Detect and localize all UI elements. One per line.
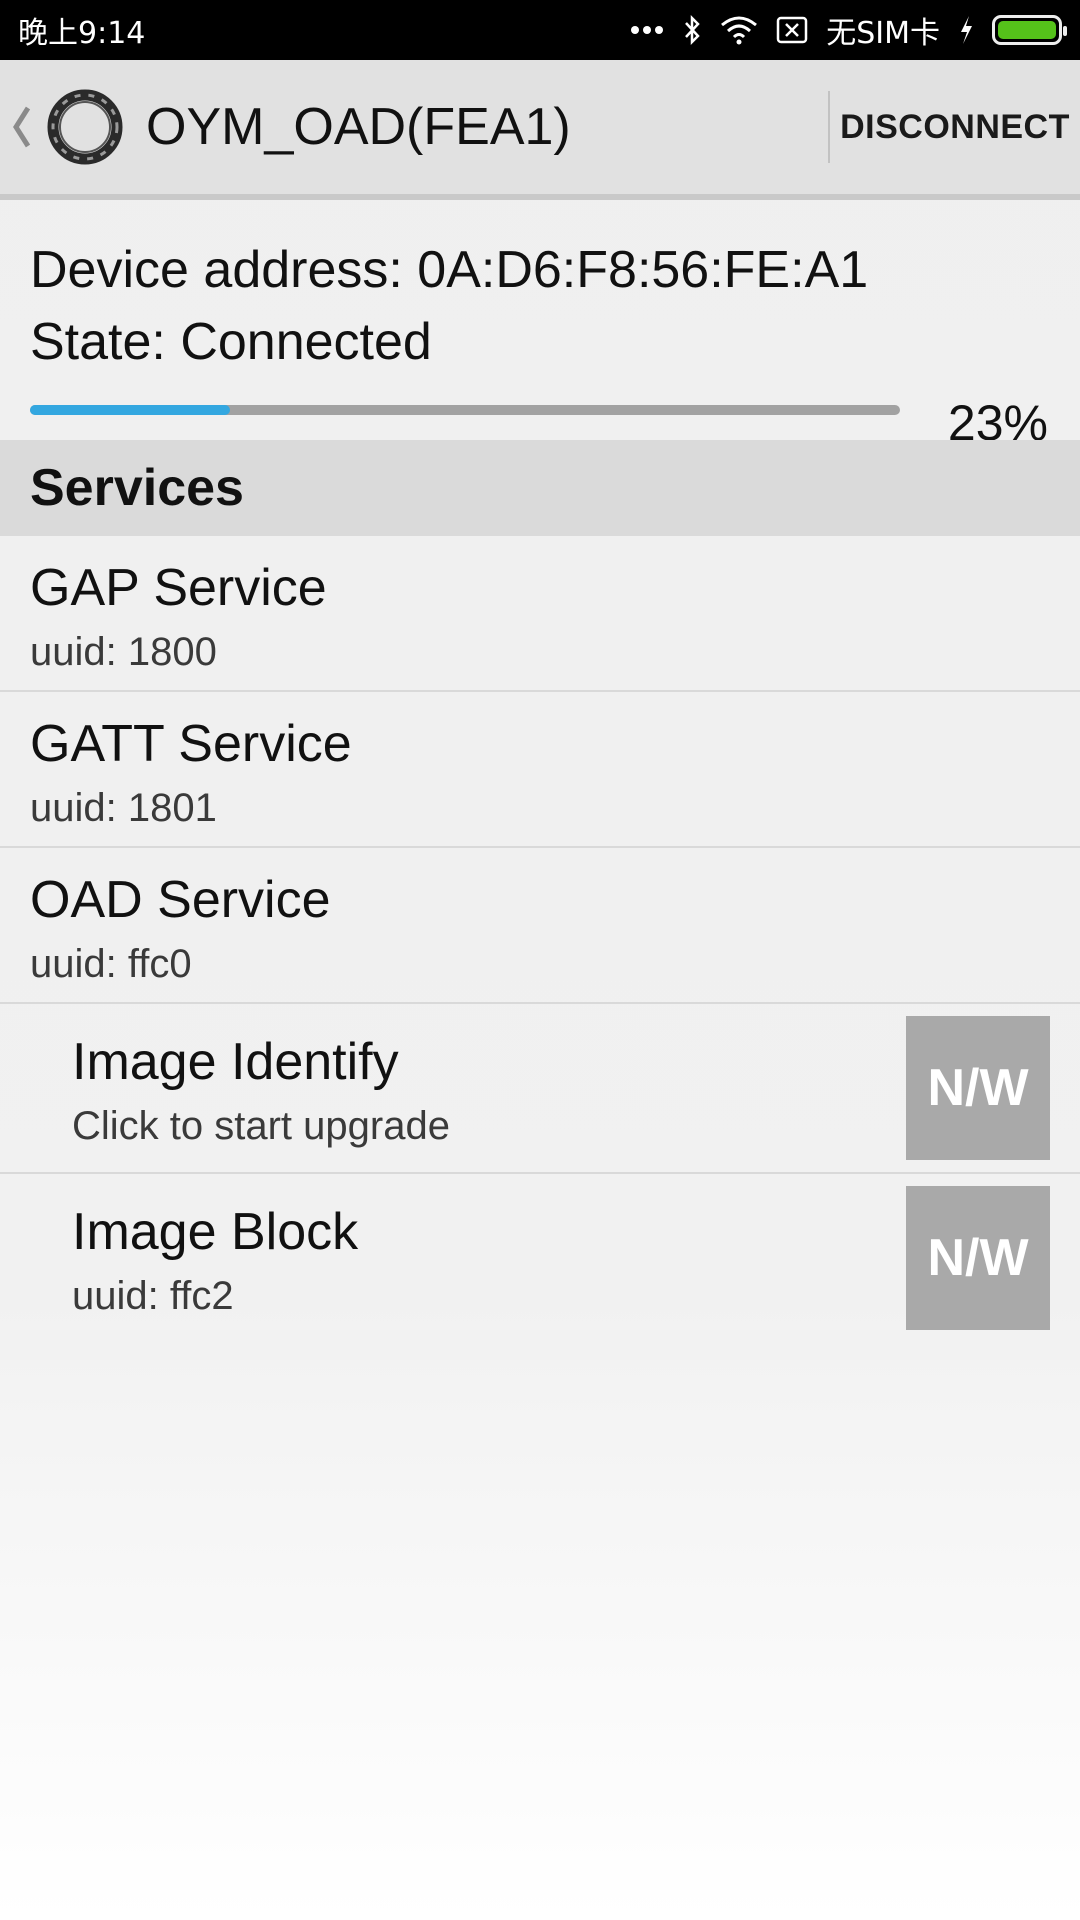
service-row-oad[interactable]: OAD Service uuid: ffc0: [0, 848, 1080, 1004]
characteristic-name: Image Block: [72, 1203, 359, 1261]
service-name: GAP Service: [30, 559, 327, 617]
characteristic-subtitle: uuid: ffc2: [72, 1274, 234, 1318]
service-name: GATT Service: [30, 715, 352, 773]
image-identify-nw-button[interactable]: N/W: [906, 1016, 1050, 1160]
app-logo-icon: [47, 89, 123, 165]
service-name: OAD Service: [30, 871, 331, 929]
charging-icon: [961, 16, 972, 44]
carrier-label: 无SIM卡: [826, 16, 940, 51]
status-bar: 晚上9:14 无SIM卡: [0, 0, 1080, 60]
services-header: Services: [0, 440, 1080, 536]
status-icons: 无SIM卡: [630, 8, 1067, 52]
device-title: OYM_OAD(FEA1): [146, 98, 571, 156]
upgrade-progress-bar: [30, 405, 900, 415]
characteristic-row-image-identify[interactable]: Image Identify Click to start upgrade N/…: [0, 1004, 1080, 1174]
service-row-gatt[interactable]: GATT Service uuid: 1801: [0, 692, 1080, 848]
service-uuid: uuid: 1800: [30, 630, 217, 674]
battery-level: [998, 21, 1056, 39]
service-row-gap[interactable]: GAP Service uuid: 1800: [0, 536, 1080, 692]
status-time: 晚上9:14: [18, 16, 146, 51]
connection-state: State: Connected: [30, 313, 432, 371]
service-uuid: uuid: 1801: [30, 786, 217, 830]
services-list: GAP Service uuid: 1800 GATT Service uuid…: [0, 536, 1080, 1344]
upgrade-progress-fill: [30, 405, 231, 415]
battery-icon: [992, 15, 1067, 45]
characteristic-subtitle: Click to start upgrade: [72, 1104, 450, 1148]
no-sim-icon: [776, 16, 808, 44]
action-bar: OYM_OAD(FEA1) DISCONNECT: [0, 60, 1080, 200]
device-info: Device address: 0A:D6:F8:56:FE:A1 State:…: [0, 206, 1080, 451]
disconnect-button[interactable]: DISCONNECT: [830, 60, 1080, 194]
wifi-icon: [721, 16, 758, 45]
bluetooth-icon: [685, 14, 700, 46]
image-block-nw-button[interactable]: N/W: [906, 1186, 1050, 1330]
device-address: Device address: 0A:D6:F8:56:FE:A1: [30, 241, 869, 299]
more-dots-icon: [631, 26, 664, 34]
back-chevron-icon[interactable]: [10, 102, 32, 152]
service-uuid: uuid: ffc0: [30, 942, 192, 986]
characteristic-row-image-block[interactable]: Image Block uuid: ffc2 N/W: [0, 1174, 1080, 1344]
characteristic-name: Image Identify: [72, 1033, 399, 1091]
